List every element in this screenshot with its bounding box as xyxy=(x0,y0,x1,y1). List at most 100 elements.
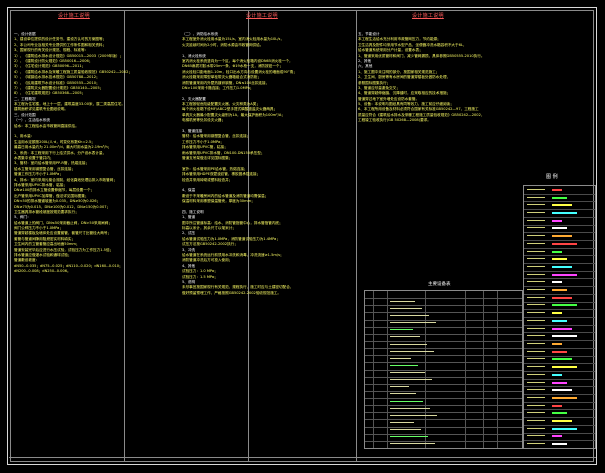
legend-row-divider xyxy=(524,386,595,388)
note-line: 工程竣工验收执行(GB 50268—2008)要求。 xyxy=(358,118,431,123)
table-cell-text xyxy=(390,322,436,324)
table-row-divider xyxy=(365,412,522,414)
legend-symbol xyxy=(552,373,562,376)
legend-label-line xyxy=(527,373,545,375)
legend-title: 图 例 xyxy=(546,174,558,180)
legend-label-line xyxy=(527,227,545,229)
legend-row-divider xyxy=(524,332,595,334)
table-cell-text xyxy=(390,307,422,309)
legend-label-line xyxy=(527,296,545,298)
legend-label-line xyxy=(527,258,545,260)
legend-symbol xyxy=(552,242,577,245)
legend-label-line xyxy=(527,204,545,206)
table-cell-text xyxy=(390,336,420,338)
legend-symbol xyxy=(552,319,567,322)
equipment-table-title: 主要设备表 xyxy=(428,282,451,287)
table-row-divider xyxy=(365,333,522,335)
legend-label-line xyxy=(527,342,545,344)
table-cell-text xyxy=(390,314,429,316)
legend-symbol xyxy=(552,389,572,392)
legend-symbol xyxy=(552,420,572,423)
legend-label-line xyxy=(527,381,545,383)
legend-label-line xyxy=(527,358,545,360)
legend-label-line xyxy=(527,319,545,321)
legend-symbol xyxy=(552,435,562,438)
legend-label-line xyxy=(527,366,545,368)
table-row-divider xyxy=(365,405,522,407)
legend-symbol xyxy=(552,304,577,307)
table-cell-text xyxy=(390,372,425,374)
legend-row-divider xyxy=(524,355,595,357)
legend-row-divider xyxy=(524,324,595,326)
legend-label-line xyxy=(527,265,545,267)
legend-label-line xyxy=(527,412,545,414)
column-3-title: 设计施工说明 xyxy=(412,13,444,19)
legend-row-divider xyxy=(524,370,595,372)
column-2-title: 设计施工说明 xyxy=(246,13,278,19)
table-row-divider xyxy=(365,383,522,385)
legend-label-line xyxy=(527,196,545,198)
legend-row-divider xyxy=(524,394,595,396)
legend-row-divider xyxy=(524,340,595,342)
legend-symbol xyxy=(552,196,567,199)
legend-row-divider xyxy=(524,424,595,426)
legend-row-divider xyxy=(524,347,595,349)
legend-row-divider xyxy=(524,409,595,411)
note-line: 做好预留预埋工作，严格按照GB50242-2002验收规范施工。 xyxy=(182,290,281,295)
table-row-divider xyxy=(365,369,522,371)
table-row-divider xyxy=(365,426,522,428)
table-column-divider xyxy=(483,291,484,448)
legend-row-divider xyxy=(524,224,595,226)
legend-table xyxy=(523,185,596,449)
legend-label-line xyxy=(527,312,545,314)
legend-row-divider xyxy=(524,255,595,257)
table-column-divider xyxy=(497,291,498,448)
legend-row-divider xyxy=(524,201,595,203)
table-row-divider xyxy=(365,340,522,342)
legend-row-divider xyxy=(524,278,595,280)
table-row-divider xyxy=(365,419,522,421)
legend-symbol xyxy=(552,265,572,268)
table-cell-text xyxy=(390,407,430,409)
legend-symbol xyxy=(552,204,572,207)
table-cell-text xyxy=(390,343,427,345)
title-block-strip xyxy=(9,457,596,464)
legend-row-divider xyxy=(524,378,595,380)
table-row-divider xyxy=(365,376,522,378)
legend-label-line xyxy=(527,250,545,252)
legend-row-divider xyxy=(524,193,595,195)
legend-label-line xyxy=(527,435,545,437)
column-divider xyxy=(356,11,357,461)
table-cell-text xyxy=(390,300,415,302)
legend-row-divider xyxy=(524,363,595,365)
legend-symbol xyxy=(552,188,562,191)
legend-label-line xyxy=(527,281,545,283)
legend-label-line xyxy=(527,350,545,352)
legend-row-divider xyxy=(524,232,595,234)
table-cell-text xyxy=(390,400,423,402)
table-cell-text xyxy=(390,414,437,416)
legend-symbol xyxy=(552,350,567,353)
legend-row-divider xyxy=(524,263,595,265)
table-row-divider xyxy=(365,362,522,364)
legend-symbol xyxy=(552,366,577,369)
legend-symbol xyxy=(552,443,567,446)
legend-symbol xyxy=(552,289,567,292)
equipment-table xyxy=(364,290,523,449)
table-column-divider xyxy=(373,291,374,448)
legend-symbol xyxy=(552,427,577,430)
legend-row-divider xyxy=(524,440,595,442)
legend-symbol xyxy=(552,327,572,330)
legend-label-line xyxy=(527,188,545,190)
legend-label-line xyxy=(527,304,545,306)
legend-row-divider xyxy=(524,286,595,288)
table-cell-text xyxy=(390,429,421,431)
table-cell-text xyxy=(390,386,409,388)
legend-symbol xyxy=(552,358,572,361)
design-notes-column-1: 一、设计依据 1、建设单位提供的设计任务书，建设方认可的方案图等； 2、本公司专业及… xyxy=(14,32,176,275)
legend-symbol xyxy=(552,227,567,230)
legend-row-divider xyxy=(524,239,595,241)
table-cell-text xyxy=(390,329,413,331)
legend-label-line xyxy=(527,273,545,275)
legend-row-divider xyxy=(524,293,595,295)
